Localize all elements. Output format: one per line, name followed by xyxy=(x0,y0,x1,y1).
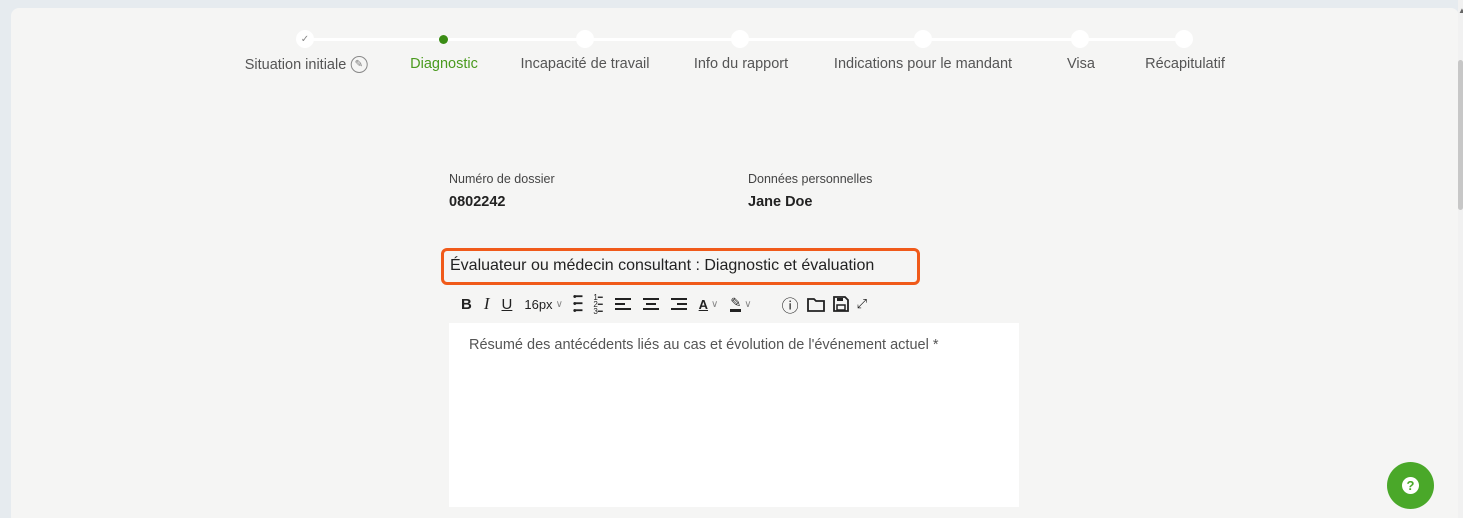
editor-placeholder: Résumé des antécédents liés au cas et év… xyxy=(469,337,939,353)
align-right-icon xyxy=(670,295,687,313)
font-size-select[interactable]: 16px ∨ xyxy=(524,292,563,316)
align-left-icon xyxy=(614,295,631,313)
align-center-icon xyxy=(642,295,659,313)
align-left-button[interactable] xyxy=(614,292,631,316)
step-dot-indications[interactable] xyxy=(914,30,932,48)
bullet-list-button[interactable]: •━ •━ •━ xyxy=(572,290,583,317)
numbered-list-button[interactable]: 1━ 2━ 3━ xyxy=(593,292,602,316)
step-dot-incapacite[interactable] xyxy=(576,30,594,48)
bullet-list-icon: •━ •━ •━ xyxy=(572,290,583,317)
numbered-list-icon: 1━ 2━ 3━ xyxy=(593,292,603,316)
editor-content[interactable]: Résumé des antécédents liés au cas et év… xyxy=(449,323,1019,367)
open-folder-button[interactable] xyxy=(806,292,825,316)
step-dot-situation-initiale[interactable]: ✓ xyxy=(296,30,314,48)
highlight-color-button[interactable]: ✎ ∨ xyxy=(730,292,752,316)
info-icon: ⓘ xyxy=(781,296,799,316)
save-button[interactable] xyxy=(832,292,849,316)
info-button[interactable]: ⓘ xyxy=(782,292,799,316)
expand-icon: ⤢ xyxy=(856,296,867,311)
step-label-incapacite[interactable]: Incapacité de travail xyxy=(521,56,650,72)
underline-button[interactable]: U xyxy=(502,292,513,316)
fullscreen-button[interactable]: ⤢ xyxy=(857,292,867,316)
personal-data-label: Données personnelles xyxy=(748,172,873,186)
help-button[interactable]: ? xyxy=(1387,462,1434,509)
step-dot-info-rapport[interactable] xyxy=(731,30,749,48)
step-dot-diagnostic[interactable] xyxy=(438,35,448,44)
italic-button[interactable]: I xyxy=(484,292,490,316)
step-label-info-rapport[interactable]: Info du rapport xyxy=(694,56,788,72)
question-icon: ? xyxy=(1402,477,1419,494)
chevron-down-icon: ∨ xyxy=(555,298,563,310)
text-color-button[interactable]: A ∨ xyxy=(699,292,719,316)
chevron-down-icon: ∨ xyxy=(744,298,752,310)
chevron-down-icon: ∨ xyxy=(711,298,719,310)
personal-data-value: Jane Doe xyxy=(748,194,813,210)
text-color-icon: A xyxy=(698,296,709,312)
pencil-icon[interactable]: ✎ xyxy=(350,56,368,73)
step-label-visa[interactable]: Visa xyxy=(1067,56,1095,72)
step-dot-recapitulatif[interactable] xyxy=(1175,30,1193,48)
align-center-button[interactable] xyxy=(642,292,659,316)
font-size-value: 16px xyxy=(524,296,553,312)
section-title: Évaluateur ou médecin consultant : Diagn… xyxy=(441,248,920,285)
save-icon xyxy=(832,296,849,312)
step-dot-visa[interactable] xyxy=(1071,30,1089,48)
step-label-indications[interactable]: Indications pour le mandant xyxy=(834,56,1012,72)
dossier-number-value: 0802242 xyxy=(449,194,506,210)
highlighter-icon: ✎ xyxy=(730,294,742,312)
step-label-recapitulatif[interactable]: Récapitulatif xyxy=(1145,56,1225,72)
step-label-diagnostic[interactable]: Diagnostic xyxy=(410,56,478,72)
align-right-button[interactable] xyxy=(670,292,687,316)
bold-button[interactable]: B xyxy=(461,292,472,316)
check-icon: ✓ xyxy=(300,33,310,45)
folder-icon xyxy=(806,297,825,312)
dossier-number-label: Numéro de dossier xyxy=(449,172,555,186)
step-label-text: Situation initiale xyxy=(244,56,347,73)
progress-stepper: ✓ Situation initiale ✎ Diagnostic Incapa… xyxy=(0,0,1463,90)
step-label-situation-initiale[interactable]: Situation initiale ✎ xyxy=(245,56,368,73)
editor-toolbar: B I U 16px∨ •━•━•━ 1━2━3━ A∨ ✎∨ ⓘ xyxy=(449,285,1019,323)
rich-text-editor[interactable]: B I U 16px∨ •━•━•━ 1━2━3━ A∨ ✎∨ ⓘ xyxy=(449,285,1019,507)
